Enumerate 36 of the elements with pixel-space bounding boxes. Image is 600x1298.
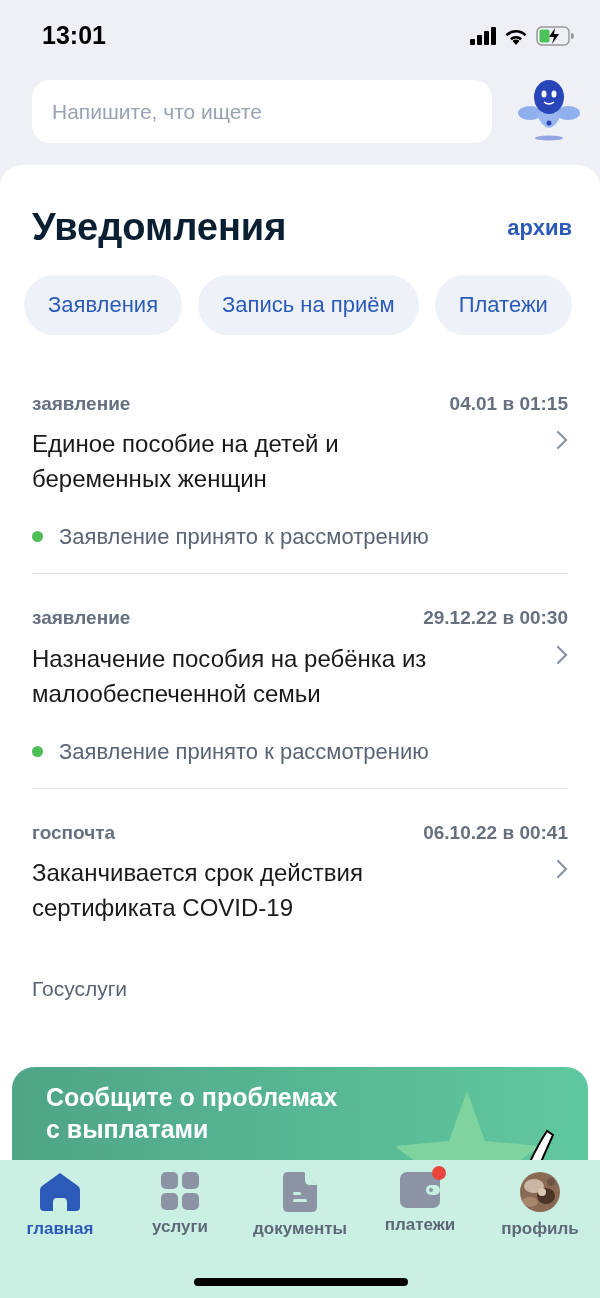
chevron-icon[interactable] [556, 859, 568, 880]
notification-type: заявление [32, 391, 131, 416]
banner-title: Сообщите о проблемах с выплатами [46, 1082, 339, 1145]
battery-icon [536, 26, 574, 46]
chevron-icon[interactable] [556, 644, 568, 665]
status-text: Заявление принято к рассмотрению [59, 737, 429, 766]
grid-icon [161, 1172, 199, 1210]
notification-date: 06.10.22 в 00:41 [423, 820, 568, 845]
notification-type: заявление [32, 606, 131, 631]
notification-title[interactable]: Единое пособие на детей и беременных женщин [32, 426, 452, 497]
tab-item[interactable]: платежи [360, 1164, 480, 1242]
filter-chip[interactable]: Запись на приём [198, 274, 419, 335]
archive-link[interactable]: архив [507, 211, 572, 245]
tab-item[interactable]: профиль [480, 1164, 600, 1242]
filter-chip[interactable]: Платежи [434, 274, 572, 335]
wifi-icon [504, 27, 528, 45]
notification-type: госпочта [32, 820, 116, 845]
home-icon [39, 1172, 81, 1212]
signal-icon [470, 27, 496, 45]
sender-name: Госуслуги [32, 976, 129, 1003]
filter-chip[interactable]: Заявления [24, 274, 183, 335]
page-title: Уведомления [32, 205, 287, 250]
search-field[interactable]: Напишите, что ищете [32, 80, 492, 143]
tab-item[interactable]: главная [0, 1164, 120, 1242]
tab-item[interactable]: документы [240, 1164, 360, 1242]
promo-banner[interactable]: Сообщите о проблемах с выплатами [12, 1067, 588, 1160]
document-icon [283, 1172, 317, 1212]
notification-title[interactable]: Заканчивается срок действия сертификата COVID-19 [32, 855, 452, 926]
notification-date: 04.01 в 01:15 [449, 391, 568, 416]
notification-title[interactable]: Назначение пособия на ребёнка из малообеспеченной семьи [32, 640, 452, 711]
notification-date: 29.12.22 в 00:30 [423, 606, 568, 631]
status-time: 13:01 [42, 20, 106, 52]
wallet-icon [400, 1172, 440, 1208]
status-text: Заявление принято к рассмотрению [59, 523, 429, 552]
tab-item[interactable]: услуги [120, 1164, 240, 1242]
chevron-icon[interactable] [556, 430, 568, 451]
